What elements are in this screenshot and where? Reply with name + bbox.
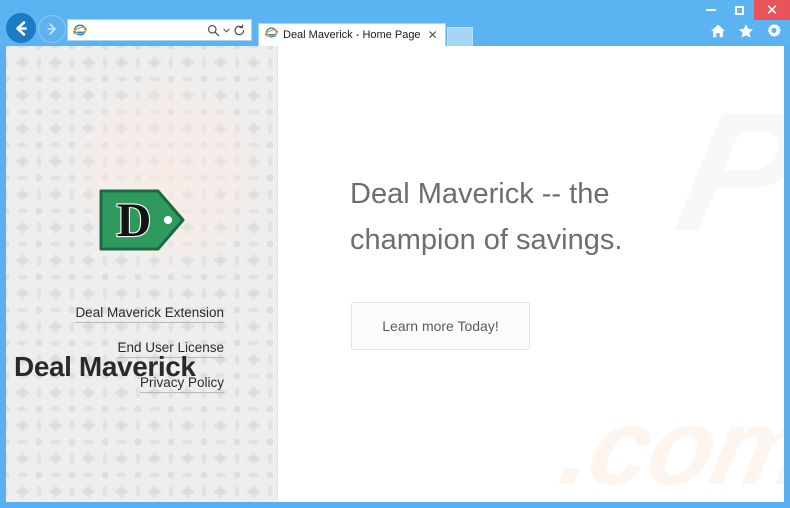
window-controls: ✕ — [696, 0, 790, 20]
price-tag-icon: D — [99, 189, 185, 251]
internet-explorer-icon — [71, 21, 88, 39]
watermark-com: .com — [551, 386, 784, 502]
sidebar-link-row: Deal Maverick Extension — [6, 304, 224, 339]
close-button[interactable]: ✕ — [754, 0, 790, 20]
star-icon[interactable] — [737, 22, 754, 39]
deal-maverick-tag-logo: D — [98, 187, 186, 253]
minimize-icon — [705, 9, 716, 11]
tab-title: Deal Maverick - Home Page — [283, 29, 421, 41]
tab-strip: Deal Maverick - Home Page ✕ — [258, 19, 473, 46]
chevron-down-icon[interactable] — [222, 21, 231, 39]
arrow-right-icon — [47, 23, 56, 35]
sidebar-item-extension[interactable]: Deal Maverick Extension — [75, 305, 224, 323]
page-viewport: D Deal Maverick Extension End User Licen… — [6, 46, 784, 502]
forward-button[interactable] — [38, 15, 66, 43]
page-sidebar: D Deal Maverick Extension End User Licen… — [6, 46, 278, 502]
address-input[interactable] — [88, 20, 205, 40]
sidebar-item-eula[interactable]: End User License — [117, 340, 224, 358]
headline-line-1: Deal Maverick -- the — [350, 178, 610, 210]
browser-command-bar — [709, 22, 782, 39]
headline-line-2: champion of savings. — [350, 223, 623, 256]
search-icon[interactable] — [205, 21, 222, 39]
arrow-left-icon — [15, 20, 27, 36]
sidebar-link-row: End User License — [6, 339, 224, 374]
browser-tab[interactable]: Deal Maverick - Home Page ✕ — [258, 23, 446, 46]
tab-close-icon[interactable]: ✕ — [426, 29, 440, 41]
brand-logo-container: D — [6, 46, 277, 258]
maximize-icon — [735, 5, 744, 15]
learn-more-button[interactable]: Learn more Today! — [351, 302, 530, 350]
sidebar-link-row: Privacy Policy — [6, 374, 224, 409]
gear-icon[interactable] — [765, 22, 782, 39]
minimize-button[interactable] — [696, 0, 725, 20]
browser-window: ✕ Deal Maverick - Home Page ✕ D Deal Mav… — [0, 0, 790, 508]
refresh-icon[interactable] — [231, 21, 248, 39]
tab-favicon-icon — [264, 26, 279, 44]
browser-titlebar: ✕ Deal Maverick - Home Page ✕ — [0, 0, 790, 46]
back-button[interactable] — [6, 13, 36, 43]
maximize-button[interactable] — [725, 0, 754, 20]
brand-letter: D — [117, 194, 152, 247]
page-headline: Deal Maverick -- the champion of savings… — [350, 172, 710, 264]
page-main-content: PC .com Deal Maverick -- the champion of… — [278, 46, 784, 502]
sidebar-links: Deal Maverick Extension End User License… — [6, 304, 277, 409]
new-tab-button[interactable] — [446, 27, 473, 46]
home-icon[interactable] — [709, 22, 726, 39]
sidebar-item-privacy-policy[interactable]: Privacy Policy — [139, 375, 224, 393]
close-icon: ✕ — [765, 1, 779, 19]
address-bar[interactable] — [67, 19, 252, 41]
